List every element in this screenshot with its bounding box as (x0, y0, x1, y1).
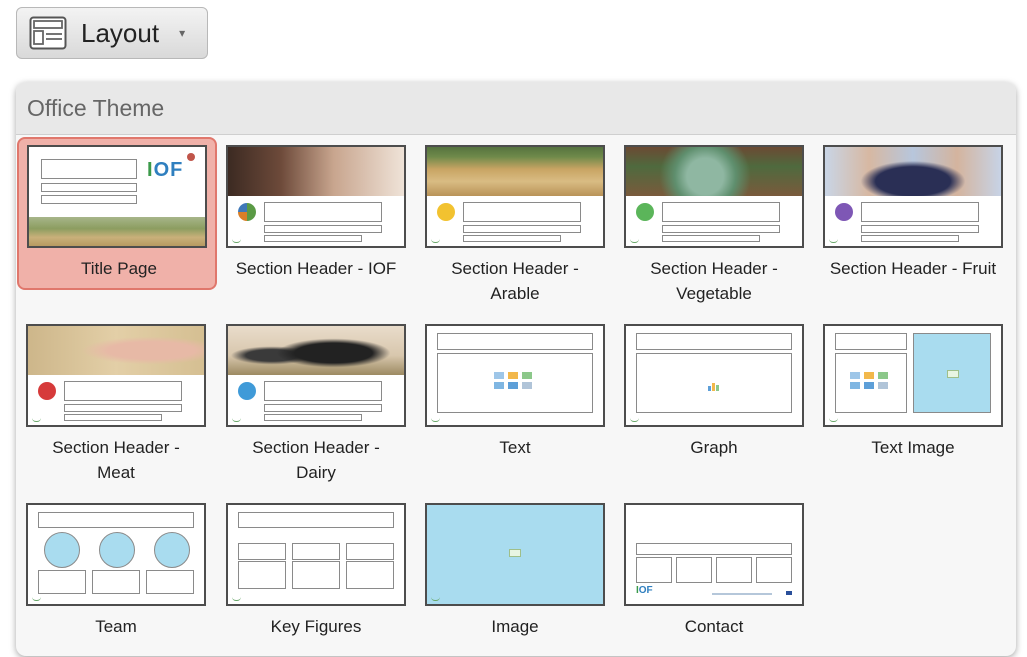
layout-section-header-vegetable[interactable]: Section Header - Vegetable (614, 137, 814, 303)
layout-thumbnail (26, 324, 206, 427)
image-placeholder-icon (509, 549, 521, 557)
layout-thumbnail (226, 503, 406, 606)
team-photo-placeholder (99, 532, 135, 568)
layout-thumbnail (26, 503, 206, 606)
layout-label: Image (491, 617, 539, 636)
layout-icon (29, 16, 67, 50)
team-photo-placeholder (44, 532, 80, 568)
layout-label: Layout (81, 17, 160, 48)
layout-button[interactable]: Layout ▾ (16, 7, 208, 59)
layout-section-header-dairy[interactable]: Section Header - Dairy (216, 316, 416, 482)
section-icon (238, 382, 256, 400)
layout-text[interactable]: Text (415, 316, 615, 476)
iof-logo: IOF (636, 585, 653, 596)
layout-label: Text (499, 438, 531, 457)
layout-thumbnail: IOF (624, 503, 804, 606)
layout-graph[interactable]: Graph (614, 316, 814, 476)
wheat-photo (427, 147, 603, 196)
layout-text-image[interactable]: Text Image (813, 316, 1013, 476)
content-placeholder-icons (849, 370, 893, 392)
layout-label: Title Page (81, 259, 157, 278)
layout-section-header-meat[interactable]: Section Header - Meat (16, 316, 216, 482)
chart-placeholder-icon (708, 378, 720, 391)
tractor-photo (228, 147, 404, 196)
layout-label: Key Figures (270, 617, 362, 636)
layout-label: Section Header - IOF (235, 259, 397, 278)
section-icon (437, 203, 455, 221)
layout-contact[interactable]: IOF Contact (614, 495, 814, 655)
piglets-photo (28, 326, 204, 375)
layout-section-header-arable[interactable]: Section Header - Arable (415, 137, 615, 303)
layout-thumbnail (425, 324, 605, 427)
layout-thumbnail (425, 503, 605, 606)
layout-thumbnail (823, 324, 1003, 427)
layout-section-header-fruit[interactable]: Section Header - Fruit (813, 137, 1016, 297)
layout-label: Section Header - Arable (451, 259, 579, 303)
layout-thumbnail (226, 324, 406, 427)
layout-label: Text Image (871, 438, 955, 457)
layout-label: Section Header - Meat (52, 438, 180, 482)
layout-thumbnail (226, 145, 406, 248)
cabbage-photo (626, 147, 802, 196)
layout-thumbnail (425, 145, 605, 248)
team-photo-placeholder (154, 532, 190, 568)
layout-thumbnail (823, 145, 1003, 248)
section-icon (238, 203, 256, 221)
layout-key-figures[interactable]: Key Figures (216, 495, 416, 655)
layout-title-page[interactable]: IOF Title Page (17, 137, 217, 290)
content-placeholder-icons (493, 370, 537, 392)
layout-thumbnail (624, 324, 804, 427)
field-photo (29, 217, 205, 246)
section-icon (835, 203, 853, 221)
layout-label: Section Header - Fruit (829, 259, 997, 278)
layout-gallery: Office Theme IOF Title Page Section Head… (16, 82, 1016, 656)
section-icon (636, 203, 654, 221)
section-icon (38, 382, 56, 400)
layout-thumbnail (624, 145, 804, 248)
layout-team[interactable]: Team (16, 495, 216, 655)
layout-thumbnail: IOF (27, 145, 207, 248)
layout-label: Contact (684, 617, 744, 636)
theme-header: Office Theme (16, 82, 1016, 135)
layout-label: Graph (690, 438, 738, 457)
chevron-down-icon: ▾ (179, 26, 186, 40)
layout-image[interactable]: Image (415, 495, 615, 655)
layout-label: Team (95, 617, 137, 636)
blueberries-photo (825, 147, 1001, 196)
layout-label: Section Header - Dairy (252, 438, 380, 482)
layout-label: Section Header - Vegetable (650, 259, 778, 303)
image-placeholder (913, 333, 991, 413)
layout-section-header-iof[interactable]: Section Header - IOF (216, 137, 416, 297)
cows-photo (228, 326, 404, 375)
iof-logo: IOF (147, 159, 184, 181)
